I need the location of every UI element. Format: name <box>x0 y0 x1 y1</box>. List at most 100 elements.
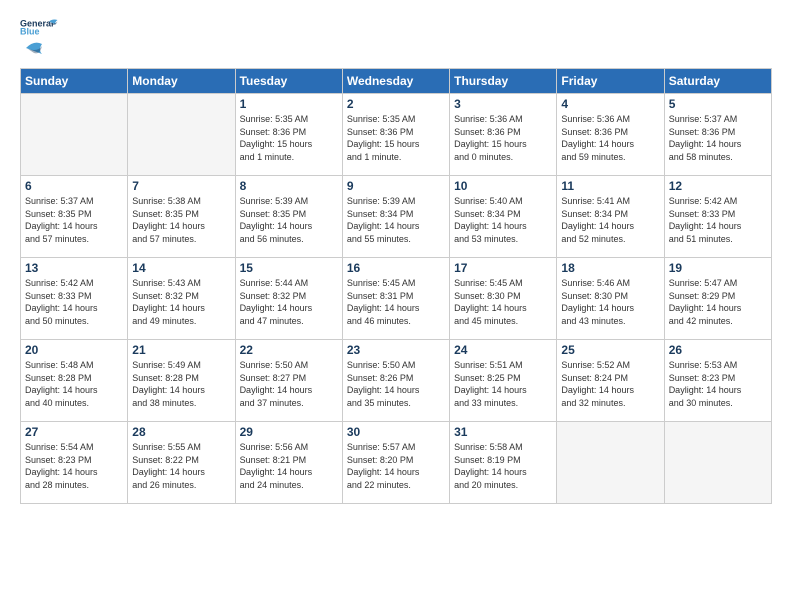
day-info: Sunrise: 5:42 AM Sunset: 8:33 PM Dayligh… <box>25 277 123 327</box>
day-info: Sunrise: 5:42 AM Sunset: 8:33 PM Dayligh… <box>669 195 767 245</box>
calendar-cell: 25 Sunrise: 5:52 AM Sunset: 8:24 PM Dayli… <box>557 340 664 422</box>
day-info: Sunrise: 5:40 AM Sunset: 8:34 PM Dayligh… <box>454 195 552 245</box>
day-info: Sunrise: 5:44 AM Sunset: 8:32 PM Dayligh… <box>240 277 338 327</box>
calendar-cell: 12 Sunrise: 5:42 AM Sunset: 8:33 PM Dayli… <box>664 176 771 258</box>
logo-icon: General Blue <box>20 16 60 38</box>
day-number: 12 <box>669 179 767 193</box>
day-info: Sunrise: 5:47 AM Sunset: 8:29 PM Dayligh… <box>669 277 767 327</box>
day-info: Sunrise: 5:58 AM Sunset: 8:19 PM Dayligh… <box>454 441 552 491</box>
calendar-cell: 15Sunrise: 5:44 AM Sunset: 8:32 PM Dayli… <box>235 258 342 340</box>
day-info: Sunrise: 5:50 AM Sunset: 8:26 PM Dayligh… <box>347 359 445 409</box>
calendar-cell: 17 Sunrise: 5:45 AM Sunset: 8:30 PM Dayli… <box>450 258 557 340</box>
day-number: 4 <box>561 97 659 111</box>
day-info: Sunrise: 5:41 AM Sunset: 8:34 PM Dayligh… <box>561 195 659 245</box>
calendar-cell: 31 Sunrise: 5:58 AM Sunset: 8:19 PM Dayli… <box>450 422 557 504</box>
day-info: Sunrise: 5:36 AM Sunset: 8:36 PM Dayligh… <box>561 113 659 163</box>
day-number: 29 <box>240 425 338 439</box>
day-info: Sunrise: 5:54 AM Sunset: 8:23 PM Dayligh… <box>25 441 123 491</box>
calendar-cell: 1 Sunrise: 5:35 AM Sunset: 8:36 PM Daylig… <box>235 94 342 176</box>
day-info: Sunrise: 5:49 AM Sunset: 8:28 PM Dayligh… <box>132 359 230 409</box>
day-number: 23 <box>347 343 445 357</box>
calendar-header-thursday: Thursday <box>450 69 557 94</box>
calendar-table: SundayMondayTuesdayWednesdayThursdayFrid… <box>20 68 772 504</box>
calendar-header-tuesday: Tuesday <box>235 69 342 94</box>
day-number: 24 <box>454 343 552 357</box>
day-number: 27 <box>25 425 123 439</box>
day-info: Sunrise: 5:35 AM Sunset: 8:36 PM Dayligh… <box>240 113 338 163</box>
day-number: 30 <box>347 425 445 439</box>
day-info: Sunrise: 5:51 AM Sunset: 8:25 PM Dayligh… <box>454 359 552 409</box>
calendar-cell: 19 Sunrise: 5:47 AM Sunset: 8:29 PM Dayli… <box>664 258 771 340</box>
day-info: Sunrise: 5:56 AM Sunset: 8:21 PM Dayligh… <box>240 441 338 491</box>
calendar-header-saturday: Saturday <box>664 69 771 94</box>
calendar-cell: 7Sunrise: 5:38 AM Sunset: 8:35 PM Daylig… <box>128 176 235 258</box>
calendar-header-row: SundayMondayTuesdayWednesdayThursdayFrid… <box>21 69 772 94</box>
day-info: Sunrise: 5:45 AM Sunset: 8:30 PM Dayligh… <box>454 277 552 327</box>
calendar-cell: 5Sunrise: 5:37 AM Sunset: 8:36 PM Daylig… <box>664 94 771 176</box>
day-number: 2 <box>347 97 445 111</box>
day-number: 28 <box>132 425 230 439</box>
day-number: 1 <box>240 97 338 111</box>
calendar-header-monday: Monday <box>128 69 235 94</box>
day-number: 7 <box>132 179 230 193</box>
calendar-cell: 27 Sunrise: 5:54 AM Sunset: 8:23 PM Dayli… <box>21 422 128 504</box>
day-number: 22 <box>240 343 338 357</box>
day-info: Sunrise: 5:43 AM Sunset: 8:32 PM Dayligh… <box>132 277 230 327</box>
day-number: 17 <box>454 261 552 275</box>
calendar-cell: 6Sunrise: 5:37 AM Sunset: 8:35 PM Daylig… <box>21 176 128 258</box>
calendar-cell: 21Sunrise: 5:49 AM Sunset: 8:28 PM Dayli… <box>128 340 235 422</box>
day-info: Sunrise: 5:46 AM Sunset: 8:30 PM Dayligh… <box>561 277 659 327</box>
calendar-cell: 11 Sunrise: 5:41 AM Sunset: 8:34 PM Dayli… <box>557 176 664 258</box>
calendar-cell <box>21 94 128 176</box>
calendar-cell: 23 Sunrise: 5:50 AM Sunset: 8:26 PM Dayli… <box>342 340 449 422</box>
day-info: Sunrise: 5:45 AM Sunset: 8:31 PM Dayligh… <box>347 277 445 327</box>
calendar-week-3: 20Sunrise: 5:48 AM Sunset: 8:28 PM Dayli… <box>21 340 772 422</box>
calendar-cell: 14 Sunrise: 5:43 AM Sunset: 8:32 PM Dayli… <box>128 258 235 340</box>
day-info: Sunrise: 5:36 AM Sunset: 8:36 PM Dayligh… <box>454 113 552 163</box>
day-number: 19 <box>669 261 767 275</box>
day-number: 14 <box>132 261 230 275</box>
calendar-cell: 16 Sunrise: 5:45 AM Sunset: 8:31 PM Dayli… <box>342 258 449 340</box>
calendar-cell <box>128 94 235 176</box>
day-info: Sunrise: 5:55 AM Sunset: 8:22 PM Dayligh… <box>132 441 230 491</box>
day-info: Sunrise: 5:50 AM Sunset: 8:27 PM Dayligh… <box>240 359 338 409</box>
day-info: Sunrise: 5:39 AM Sunset: 8:34 PM Dayligh… <box>347 195 445 245</box>
calendar-cell: 22 Sunrise: 5:50 AM Sunset: 8:27 PM Dayli… <box>235 340 342 422</box>
day-number: 11 <box>561 179 659 193</box>
day-info: Sunrise: 5:37 AM Sunset: 8:36 PM Dayligh… <box>669 113 767 163</box>
calendar-cell: 2 Sunrise: 5:35 AM Sunset: 8:36 PM Daylig… <box>342 94 449 176</box>
calendar-cell: 13 Sunrise: 5:42 AM Sunset: 8:33 PM Dayli… <box>21 258 128 340</box>
calendar-cell: 24 Sunrise: 5:51 AM Sunset: 8:25 PM Dayli… <box>450 340 557 422</box>
header: General Blue <box>20 16 772 58</box>
calendar-cell: 26Sunrise: 5:53 AM Sunset: 8:23 PM Dayli… <box>664 340 771 422</box>
day-number: 13 <box>25 261 123 275</box>
day-number: 9 <box>347 179 445 193</box>
day-number: 20 <box>25 343 123 357</box>
calendar-cell: 20Sunrise: 5:48 AM Sunset: 8:28 PM Dayli… <box>21 340 128 422</box>
day-info: Sunrise: 5:37 AM Sunset: 8:35 PM Dayligh… <box>25 195 123 245</box>
calendar-cell <box>664 422 771 504</box>
day-number: 26 <box>669 343 767 357</box>
calendar-cell: 9 Sunrise: 5:39 AM Sunset: 8:34 PM Daylig… <box>342 176 449 258</box>
calendar-cell <box>557 422 664 504</box>
calendar-cell: 18 Sunrise: 5:46 AM Sunset: 8:30 PM Dayli… <box>557 258 664 340</box>
calendar-cell: 4 Sunrise: 5:36 AM Sunset: 8:36 PM Daylig… <box>557 94 664 176</box>
day-number: 25 <box>561 343 659 357</box>
calendar-cell: 3 Sunrise: 5:36 AM Sunset: 8:36 PM Daylig… <box>450 94 557 176</box>
calendar-cell: 30Sunrise: 5:57 AM Sunset: 8:20 PM Dayli… <box>342 422 449 504</box>
calendar-week-1: 6Sunrise: 5:37 AM Sunset: 8:35 PM Daylig… <box>21 176 772 258</box>
day-number: 3 <box>454 97 552 111</box>
day-number: 10 <box>454 179 552 193</box>
day-number: 18 <box>561 261 659 275</box>
day-number: 31 <box>454 425 552 439</box>
bird-icon <box>24 38 54 58</box>
day-number: 16 <box>347 261 445 275</box>
calendar-cell: 10 Sunrise: 5:40 AM Sunset: 8:34 PM Dayli… <box>450 176 557 258</box>
calendar-header-sunday: Sunday <box>21 69 128 94</box>
day-info: Sunrise: 5:35 AM Sunset: 8:36 PM Dayligh… <box>347 113 445 163</box>
page: General Blue SundayMondayTuesday <box>0 0 792 612</box>
day-info: Sunrise: 5:39 AM Sunset: 8:35 PM Dayligh… <box>240 195 338 245</box>
calendar-header-friday: Friday <box>557 69 664 94</box>
logo: General Blue <box>20 16 60 58</box>
day-info: Sunrise: 5:52 AM Sunset: 8:24 PM Dayligh… <box>561 359 659 409</box>
